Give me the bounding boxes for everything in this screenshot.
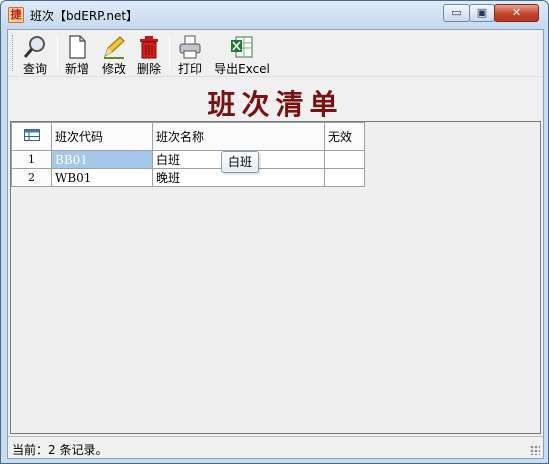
toolbar-grip[interactable] xyxy=(12,35,15,71)
new-button[interactable]: 新增 xyxy=(61,32,93,76)
title-bar[interactable]: 捷 班次【bdERP.net】 ▭ ▣ ✕ xyxy=(1,1,548,29)
toolbar-separator xyxy=(169,36,170,70)
shift-table: 班次代码 班次名称 无效 1 BB01 白班 2 WB01 晚班 xyxy=(11,122,365,187)
row-number[interactable]: 2 xyxy=(11,168,52,187)
delete-button[interactable]: 删除 xyxy=(134,32,164,76)
edit-button[interactable]: 修改 xyxy=(97,32,131,76)
search-icon xyxy=(23,36,45,58)
column-header-invalid[interactable]: 无效 xyxy=(324,122,365,151)
app-icon: 捷 xyxy=(8,7,24,23)
delete-label: 删除 xyxy=(136,62,161,76)
excel-icon xyxy=(231,36,253,58)
page-title: 班次清单 xyxy=(207,88,344,121)
table-icon xyxy=(23,129,40,141)
maximize-button[interactable]: ▣ xyxy=(469,4,495,22)
toolbar-separator xyxy=(57,36,58,70)
export-label: 导出Excel xyxy=(214,62,270,76)
table-row[interactable]: 2 WB01 晚班 xyxy=(11,168,365,187)
cell-code[interactable]: WB01 xyxy=(51,168,153,187)
close-button[interactable]: ✕ xyxy=(494,4,539,22)
status-bar: 当前：2 条记录。 xyxy=(8,436,543,458)
client-area: 查询 新增 修改 删除 打印 导出Excel 班次清单 班次代码 班次名称 无效… xyxy=(7,29,544,459)
query-label: 查询 xyxy=(22,62,47,76)
cell-code[interactable]: BB01 xyxy=(51,150,153,169)
table-row[interactable]: 1 BB01 白班 xyxy=(11,150,365,169)
app-window: 捷 班次【bdERP.net】 ▭ ▣ ✕ 查询 新增 修改 删除 打印 导出E… xyxy=(0,0,549,464)
row-number[interactable]: 1 xyxy=(11,150,52,169)
resize-grip-icon[interactable] xyxy=(530,445,540,455)
window-title: 班次【bdERP.net】 xyxy=(30,9,139,23)
edit-label: 修改 xyxy=(101,62,126,76)
query-button[interactable]: 查询 xyxy=(18,32,52,76)
export-excel-button[interactable]: 导出Excel xyxy=(212,32,272,76)
data-grid: 班次代码 班次名称 无效 1 BB01 白班 2 WB01 晚班 白班 xyxy=(10,121,541,434)
new-document-icon xyxy=(69,35,86,59)
print-label: 打印 xyxy=(177,62,202,76)
table-header-row: 班次代码 班次名称 无效 xyxy=(11,122,365,151)
cell-tooltip: 白班 xyxy=(221,151,260,173)
cell-invalid[interactable] xyxy=(324,150,365,169)
print-button[interactable]: 打印 xyxy=(174,32,206,76)
select-all-header[interactable] xyxy=(11,122,52,151)
column-header-code[interactable]: 班次代码 xyxy=(51,122,153,151)
printer-icon xyxy=(179,35,201,59)
new-label: 新增 xyxy=(64,62,89,76)
column-header-name[interactable]: 班次名称 xyxy=(152,122,325,151)
cell-invalid[interactable] xyxy=(324,168,365,187)
record-count-status: 当前：2 条记录。 xyxy=(12,443,108,457)
trash-icon xyxy=(140,36,158,59)
report-header: 班次清单 xyxy=(8,76,543,121)
edit-icon xyxy=(104,36,125,59)
toolbar: 查询 新增 修改 删除 打印 导出Excel xyxy=(8,30,543,76)
minimize-button[interactable]: ▭ xyxy=(443,4,470,22)
